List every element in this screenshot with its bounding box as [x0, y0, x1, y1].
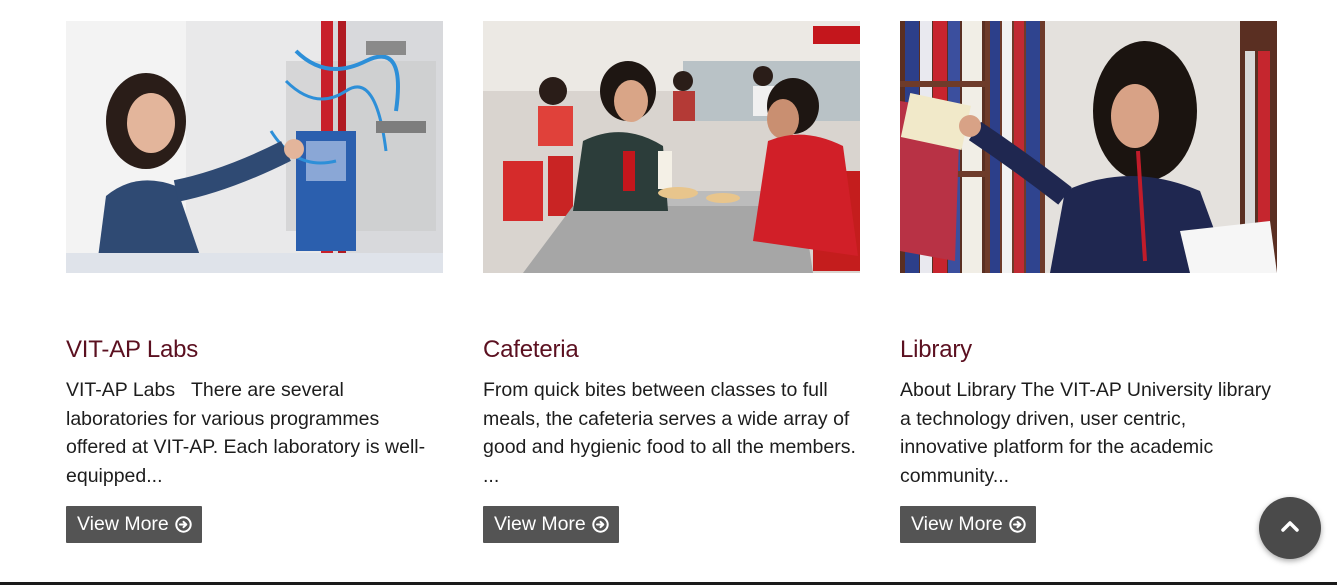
arrow-circle-right-icon [1009, 516, 1026, 533]
card-description: About Library The VIT-AP University libr… [900, 379, 1277, 487]
chevron-up-icon [1280, 519, 1300, 538]
card-cafeteria: Cafeteria From quick bites between class… [483, 21, 862, 543]
card-title: Cafeteria [483, 336, 579, 363]
view-more-button[interactable]: View More [483, 506, 619, 543]
card-description: VIT-AP Labs There are several laboratori… [66, 379, 426, 487]
view-more-label: View More [494, 513, 586, 535]
scroll-to-top-button[interactable] [1259, 497, 1321, 559]
arrow-circle-right-icon [592, 516, 609, 533]
card-library: Library About Library The VIT-AP Univers… [900, 21, 1277, 543]
card-description: From quick bites between classes to full… [483, 379, 862, 487]
lab-photo [66, 21, 443, 273]
view-more-button[interactable]: View More [66, 506, 202, 543]
card-title: VIT-AP Labs [66, 336, 199, 363]
arrow-circle-right-icon [175, 516, 192, 533]
campus-cards: VIT-AP Labs VIT-AP Labs There are severa… [66, 21, 1277, 543]
cafeteria-photo [483, 21, 860, 273]
card-labs: VIT-AP Labs VIT-AP Labs There are severa… [66, 21, 443, 543]
view-more-label: View More [77, 513, 169, 535]
library-photo [900, 21, 1277, 273]
card-title: Library [900, 336, 972, 363]
view-more-button[interactable]: View More [900, 506, 1036, 543]
view-more-label: View More [911, 513, 1003, 535]
